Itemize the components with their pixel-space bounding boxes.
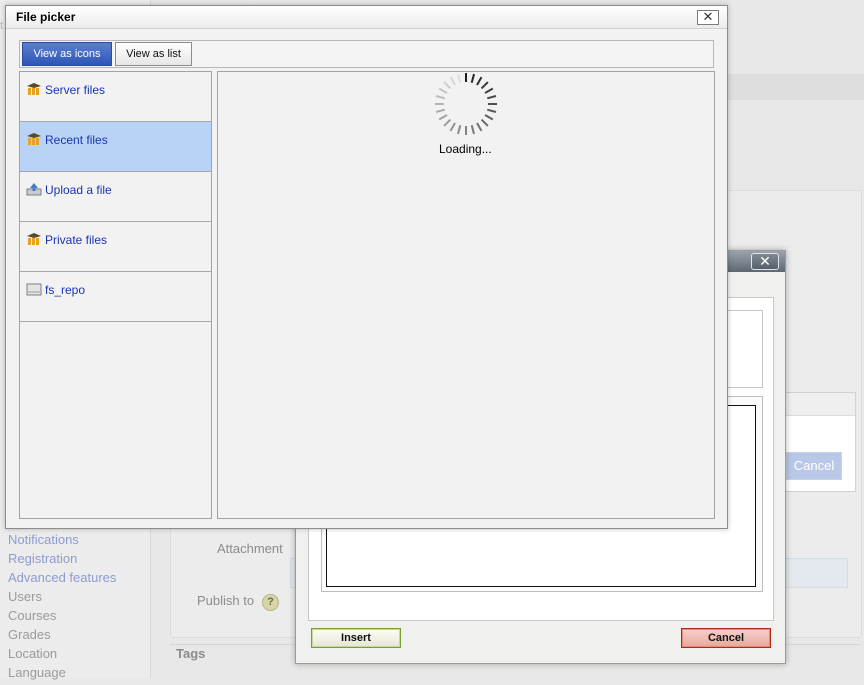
repository-private-files[interactable]: Private files — [20, 222, 211, 272]
file-picker-content: Loading... — [217, 71, 715, 519]
moodle-icon — [27, 133, 41, 145]
background-admin-nav: Notifications Registration Advanced feat… — [0, 530, 116, 682]
spinner-tick — [486, 108, 497, 113]
nav-courses[interactable]: Courses — [0, 606, 116, 625]
file-picker-dialog: File picker ✕ View as icons View as list… — [5, 5, 728, 529]
repository-label: Private files — [45, 233, 108, 247]
background-cancel-button[interactable]: Cancel — [786, 452, 842, 480]
file-picker-title: File picker — [16, 10, 76, 24]
loading-text: Loading... — [439, 142, 492, 156]
insert-button[interactable]: Insert — [311, 628, 401, 648]
insert-dialog-close-icon[interactable]: ✕ — [751, 253, 779, 270]
tags-heading: Tags — [176, 646, 206, 661]
spinner-tick — [476, 122, 483, 132]
spinner-tick — [438, 87, 448, 94]
repository-upload-a-file[interactable]: Upload a file — [20, 172, 211, 222]
repository-fs-repo[interactable]: fs_repo — [20, 272, 211, 322]
repository-label: Server files — [45, 83, 106, 97]
spinner-tick — [449, 122, 456, 132]
nav-location[interactable]: Location — [0, 644, 116, 663]
spinner-tick — [435, 108, 446, 113]
attachment-label: Attachment — [217, 541, 283, 556]
close-icon[interactable]: ✕ — [697, 10, 719, 25]
spinner-tick — [480, 81, 489, 90]
moodle-icon — [27, 83, 41, 95]
publish-to-label: Publish to — [197, 593, 255, 608]
spinner-tick — [470, 73, 475, 84]
help-icon[interactable]: ? — [262, 594, 279, 611]
nav-language[interactable]: Language — [0, 663, 116, 682]
file-picker-toolbar: View as icons View as list — [19, 40, 714, 68]
repository-label: fs_repo — [45, 283, 86, 297]
spinner-tick — [457, 124, 462, 135]
nav-advanced-features[interactable]: Advanced features — [0, 568, 116, 587]
upload-icon — [26, 183, 42, 196]
spinner-tick — [457, 73, 462, 84]
background-edge-text: t — [0, 20, 4, 32]
spinner-tick — [476, 76, 483, 86]
nav-notifications[interactable]: Notifications — [0, 530, 116, 549]
spinner-tick — [449, 76, 456, 86]
moodle-icon — [27, 233, 41, 245]
folder-icon — [26, 283, 42, 296]
spinner-tick — [486, 95, 497, 100]
spinner-tick — [470, 124, 475, 135]
repository-recent-files[interactable]: Recent files — [20, 122, 211, 172]
file-picker-header: File picker ✕ — [6, 6, 727, 29]
view-as-icons-button[interactable]: View as icons — [22, 42, 112, 66]
view-as-list-button[interactable]: View as list — [115, 42, 192, 66]
spinner-tick — [484, 87, 494, 94]
background-popup-header — [785, 393, 855, 416]
repository-label: Upload a file — [45, 183, 112, 197]
nav-grades[interactable]: Grades — [0, 625, 116, 644]
spinner-tick — [443, 81, 452, 90]
spinner-tick — [435, 95, 446, 100]
insert-dialog-cancel-button[interactable]: Cancel — [681, 628, 771, 648]
loading-spinner-icon — [435, 73, 497, 135]
repository-server-files[interactable]: Server files — [20, 72, 211, 122]
repository-list: Server files Recent files Upload a file — [19, 71, 212, 519]
spinner-tick — [438, 114, 448, 121]
nav-registration[interactable]: Registration — [0, 549, 116, 568]
nav-users[interactable]: Users — [0, 587, 116, 606]
repository-label: Recent files — [45, 133, 108, 147]
spinner-tick — [443, 118, 452, 127]
spinner-tick — [480, 118, 489, 127]
spinner-tick — [484, 114, 494, 121]
